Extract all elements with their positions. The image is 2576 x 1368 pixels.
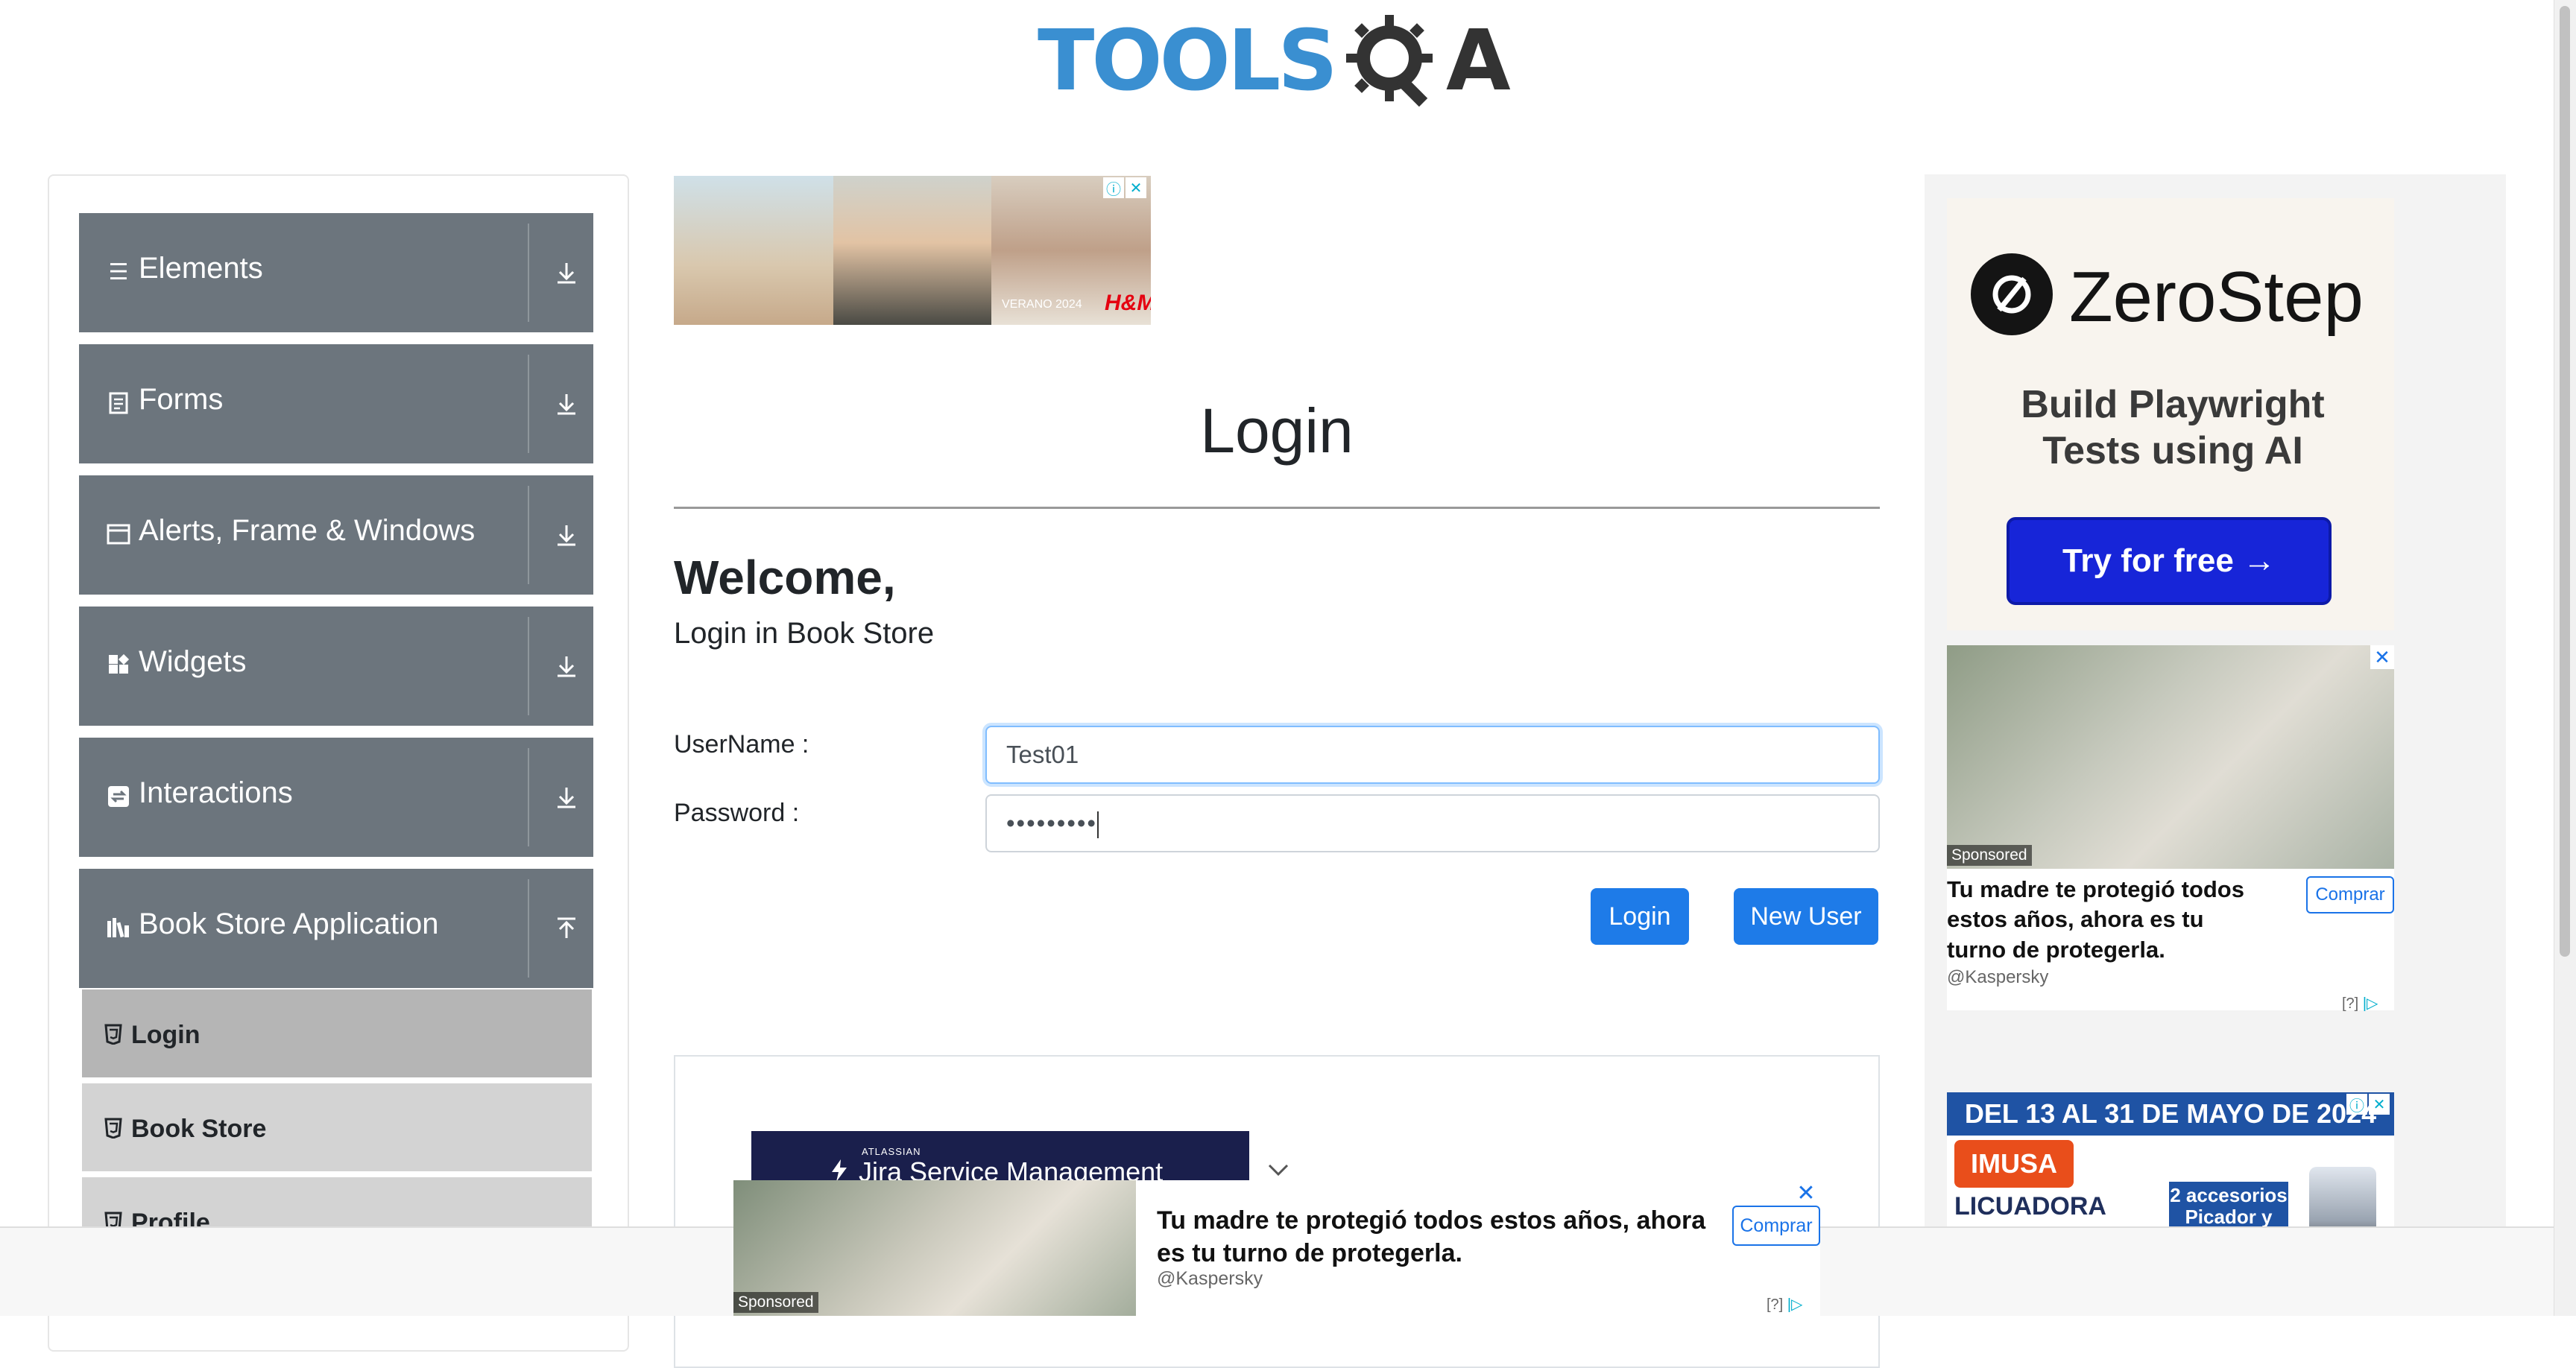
sponsored-label: Sponsored (733, 1292, 818, 1313)
sidebar-item-label: Login (131, 1021, 201, 1049)
expand-arrow-icon[interactable] (552, 651, 581, 681)
sidebar-item-label: Book Store (131, 1115, 267, 1143)
sidebar-group-label: Alerts, Frame & Windows (139, 514, 476, 547)
password-input[interactable]: ••••••••• (985, 794, 1880, 852)
sidebar-item-login[interactable]: Login (82, 989, 592, 1080)
sidebar-group-widgets[interactable]: Widgets (79, 607, 593, 726)
logo-a-text: A (1446, 13, 1511, 110)
zerostep-name: ZeroStep (2069, 257, 2364, 337)
ad-close-icon[interactable]: ✕ (2370, 645, 2394, 669)
sidebar-group-elements[interactable]: ☰ Elements (79, 213, 593, 332)
adchoices-icon: |▷ (2362, 995, 2378, 1012)
atlassian-label: ATLASSIAN (862, 1146, 921, 1157)
ad-photo (674, 176, 833, 325)
username-input[interactable]: Test01 (985, 726, 1880, 784)
page-title: Login (1200, 396, 1354, 466)
imusa-headline: DEL 13 AL 31 DE MAYO DE 2024 (1947, 1092, 2394, 1136)
divider (528, 355, 529, 453)
divider (528, 224, 529, 322)
document-icon (106, 390, 131, 416)
books-icon (106, 915, 131, 940)
adchoices-icon: |▷ (1787, 1296, 1803, 1313)
ad-text: Tu madre te protegió todos estos años, a… (1157, 1206, 1706, 1268)
sidebar-group-label: Interactions (139, 776, 293, 809)
divider (528, 617, 529, 715)
welcome-heading: Welcome, (674, 551, 896, 604)
jira-product-name: Jira Service Management (859, 1156, 1164, 1183)
imusa-product: LICUADORA (1954, 1192, 2106, 1220)
ad-info-icon[interactable]: ⓘ (1103, 177, 1124, 198)
login-button[interactable]: Login (1591, 888, 1689, 945)
expand-arrow-icon[interactable] (552, 782, 581, 812)
scrollbar-thumb[interactable] (2560, 6, 2570, 957)
ad-text: Tu madre te protegió todos estos años, a… (1947, 876, 2244, 963)
swap-icon (106, 784, 131, 809)
sidebar-item-book-store[interactable]: Book Store (82, 1083, 592, 1174)
ad-handle: @Kaspersky (1157, 1268, 1263, 1289)
ad-help-text: [?] (1767, 1296, 1784, 1313)
divider (674, 507, 1880, 509)
ad-photo (833, 176, 991, 325)
hm-logo: H&M (1105, 291, 1151, 315)
ad-info-link[interactable]: [?] |▷ (2342, 994, 2378, 1013)
sidebar-group-interactions[interactable]: Interactions (79, 738, 593, 857)
sidebar-group-label: Widgets (139, 645, 247, 678)
collapse-arrow-icon[interactable] (552, 913, 581, 943)
expand-arrow-icon[interactable] (552, 258, 581, 288)
logo-tools-text: TOOLS (1038, 13, 1338, 110)
password-value: ••••••••• (1006, 809, 1097, 837)
comprar-button[interactable]: Comprar (2306, 876, 2394, 913)
html-file-icon (103, 1022, 124, 1046)
hamburger-icon: ☰ (108, 259, 129, 285)
expand-arrow-icon[interactable] (552, 389, 581, 419)
divider (528, 748, 529, 846)
sidebar-group-alerts[interactable]: Alerts, Frame & Windows (79, 475, 593, 595)
ad-close-icon[interactable]: ✕ (2369, 1094, 2390, 1115)
sidebar-group-label: Forms (139, 383, 224, 416)
expand-arrow-icon[interactable] (552, 520, 581, 550)
ad-photo: Sponsored ✕ (1947, 645, 2394, 869)
gear-magnifier-icon (1346, 15, 1433, 107)
ad-close-icon[interactable]: ✕ (1126, 177, 1146, 198)
zerostep-tagline: Build Playwright Tests using AI (2021, 383, 2325, 473)
ad-photo: Sponsored (733, 1180, 1136, 1316)
ad-handle: @Kaspersky (1947, 967, 2049, 987)
ad-overlay-text: VERANO 2024 (1002, 298, 1082, 311)
widgets-icon (106, 653, 131, 678)
ad-info-link[interactable]: [?] |▷ (1767, 1295, 1802, 1314)
sidebar-group-forms[interactable]: Forms (79, 344, 593, 463)
new-user-button[interactable]: New User (1734, 888, 1878, 945)
toolsqa-logo[interactable]: TOOLS A (1038, 13, 1522, 125)
hm-banner-ad[interactable]: VERANO 2024 H&M ⓘ ✕ (674, 176, 1151, 325)
comprar-button[interactable]: Comprar (1732, 1206, 1820, 1246)
divider (528, 879, 529, 978)
password-label: Password : (674, 799, 800, 827)
text-cursor (1096, 811, 1099, 839)
jira-ad[interactable]: ATLASSIAN Jira Service Management (751, 1131, 1249, 1183)
ad-help-text: [?] (2342, 995, 2359, 1012)
imusa-logo: IMUSA (1954, 1140, 2074, 1188)
username-label: UserName : (674, 730, 809, 759)
login-subtitle: Login in Book Store (674, 617, 935, 650)
sidebar-group-label: Book Store Application (139, 908, 439, 940)
sidebar-group-label: Elements (139, 252, 263, 285)
sidebar-group-book-store-application[interactable]: Book Store Application (79, 869, 593, 988)
zerostep-logo-icon (1971, 253, 2053, 335)
sponsored-label: Sponsored (1947, 845, 2032, 866)
imusa-accessories: 2 accesorios Picador y Molino (2169, 1182, 2288, 1248)
window-icon (106, 522, 131, 547)
html-file-icon (103, 1116, 124, 1140)
ad-info-icon[interactable]: ⓘ (2346, 1094, 2367, 1115)
divider (528, 486, 529, 584)
ad-photo: VERANO 2024 H&M (991, 176, 1151, 325)
ad-close-icon[interactable]: ✕ (1792, 1180, 1820, 1206)
try-for-free-button[interactable]: Try for free → (2007, 517, 2332, 605)
lightning-icon (829, 1159, 850, 1182)
